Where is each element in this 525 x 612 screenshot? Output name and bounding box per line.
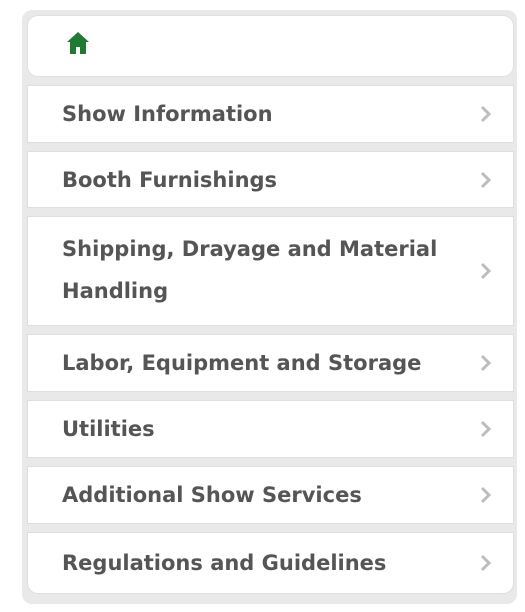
menu-item-regulations-guidelines[interactable]: Regulations and Guidelines [28,533,513,593]
menu-item-label: Regulations and Guidelines [62,551,387,575]
chevron-right-icon [480,486,492,504]
menu-item-label: Booth Furnishings [62,168,278,192]
menu-item-show-information[interactable]: Show Information [28,86,513,142]
chevron-right-icon [480,262,492,280]
menu-item-label: Utilities [62,417,155,441]
menu-item-utilities[interactable]: Utilities [28,401,513,457]
menu-item-labor-equipment-storage[interactable]: Labor, Equipment and Storage [28,335,513,391]
chevron-right-icon [480,354,492,372]
menu-item-booth-furnishings[interactable]: Booth Furnishings [28,152,513,207]
menu-item-shipping-drayage[interactable]: Shipping, Drayage and Material Handling [28,217,513,325]
chevron-right-icon [480,420,492,438]
menu-item-label: Show Information [62,102,273,126]
menu-item-label: Shipping, Drayage and Material Handling [62,237,438,303]
chevron-right-icon [480,171,492,188]
menu-item-label: Additional Show Services [62,483,362,507]
home-icon[interactable] [66,30,90,56]
menu-item-additional-show-services[interactable]: Additional Show Services [28,467,513,523]
home-row[interactable] [28,16,513,76]
chevron-right-icon [480,105,492,123]
menu-item-label: Labor, Equipment and Storage [62,351,422,375]
chevron-right-icon [480,554,492,572]
